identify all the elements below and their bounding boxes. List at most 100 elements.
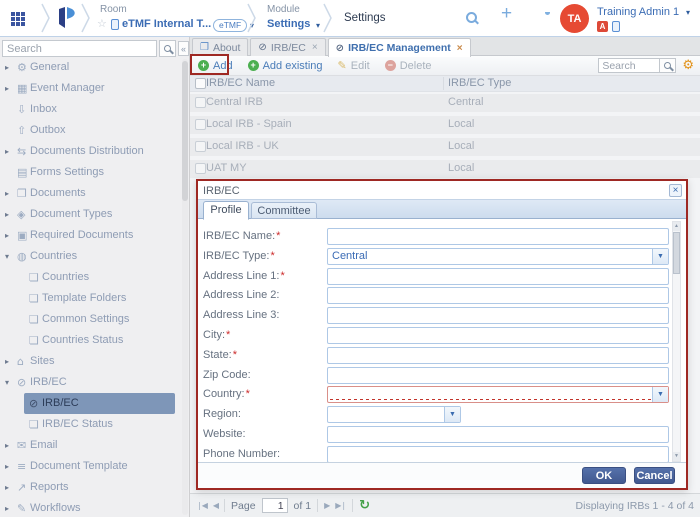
tab-committee[interactable]: Committee	[251, 202, 317, 219]
column-header-type[interactable]: IRB/EC Type	[448, 77, 511, 89]
favorite-star-icon[interactable]: ☆	[97, 17, 107, 30]
table-row[interactable]: Local IRB - UK Local	[190, 138, 700, 156]
address-line-1-field[interactable]	[327, 268, 669, 285]
sidebar-item-general[interactable]: ▸⚙General	[0, 57, 175, 78]
country-select[interactable]: ▼	[327, 386, 669, 403]
cell-irbec-type: Central	[448, 96, 483, 108]
sidebar-item-label: Forms Settings	[30, 162, 104, 183]
user-dropdown-caret-icon[interactable]: ▾	[686, 8, 690, 17]
address-line-2-field[interactable]	[327, 287, 669, 304]
tab-profile[interactable]: Profile	[203, 201, 249, 220]
irbec-type-select[interactable]: Central▼	[327, 248, 669, 265]
module-dropdown-caret-icon[interactable]: ▾	[316, 21, 320, 30]
state-field[interactable]	[327, 347, 669, 364]
sidebar-item-sites[interactable]: ▸⌂Sites	[0, 351, 175, 372]
table-row[interactable]: UAT MY Local	[190, 160, 700, 178]
website-field[interactable]	[327, 426, 669, 443]
table-row[interactable]: Central IRB Central	[190, 94, 700, 112]
close-icon[interactable]: ×	[457, 43, 463, 54]
grid-search-input[interactable]	[598, 58, 660, 73]
room-name[interactable]: eTMF Internal T...	[122, 18, 211, 30]
room-label: Room	[100, 4, 127, 15]
breadcrumb-chevron	[40, 1, 52, 35]
table-row[interactable]: Local IRB - Spain Local	[190, 116, 700, 134]
user-avatar[interactable]: TA	[560, 4, 589, 33]
sidebar-item-countries[interactable]: ▾◍Countries	[0, 246, 175, 267]
sidebar-item-irbec[interactable]: ▾⊘IRB/EC	[0, 372, 175, 393]
file-icon: ❏	[29, 330, 39, 351]
page-number-input[interactable]	[262, 498, 288, 513]
sidebar-item-template-folders[interactable]: ❏Template Folders	[0, 288, 175, 309]
next-page-icon[interactable]: ▶	[324, 501, 329, 510]
refresh-icon[interactable]: ↻	[359, 498, 370, 513]
chevron-down-icon[interactable]: ▼	[652, 387, 668, 402]
cancel-button[interactable]: Cancel	[634, 467, 675, 484]
sidebar-item-label: Documents Distribution	[30, 141, 144, 162]
select-all-checkbox[interactable]	[195, 78, 206, 89]
pagination-bar: ❘◀ ◀ Page of 1 ▶ ▶❘ ↻ Displaying IRBs 1 …	[190, 493, 700, 517]
row-checkbox[interactable]	[195, 163, 206, 174]
sidebar-scrollbar[interactable]	[182, 59, 188, 515]
phone-number-field[interactable]	[327, 446, 669, 463]
tab-label: IRB/EC Management	[348, 42, 451, 54]
scroll-up-icon[interactable]: ▲	[673, 222, 680, 231]
first-page-icon[interactable]: ❘◀	[196, 501, 207, 510]
sidebar-item-label: Outbox	[30, 120, 65, 141]
grid-settings-gear-icon[interactable]: ⚙	[682, 58, 694, 73]
sidebar-item-countries-status[interactable]: ❏Countries Status	[0, 330, 175, 351]
tab-irbec[interactable]: ⊘IRB/EC×	[250, 38, 325, 56]
last-page-icon[interactable]: ▶❘	[335, 501, 346, 510]
column-header-name[interactable]: IRB/EC Name	[206, 77, 275, 89]
sidebar-item-forms-settings[interactable]: ▤Forms Settings	[0, 162, 175, 183]
delete-button[interactable]: −Delete	[385, 60, 432, 72]
sidebar-item-event-manager[interactable]: ▸▦Event Manager	[0, 78, 175, 99]
scrollbar-thumb[interactable]	[673, 232, 680, 274]
ok-button[interactable]: OK	[582, 467, 626, 484]
sidebar-item-reports[interactable]: ▸↗Reports	[0, 477, 175, 498]
sidebar-search-input[interactable]	[2, 40, 157, 57]
header-search-icon[interactable]	[466, 12, 477, 26]
grid-search-icon[interactable]	[660, 58, 676, 73]
add-existing-button[interactable]: +Add existing	[248, 60, 323, 72]
region-select[interactable]: ▼	[327, 406, 461, 423]
chevron-down-icon: ▾	[5, 246, 9, 267]
app-launcher-icon[interactable]	[11, 12, 15, 16]
sidebar-item-inbox[interactable]: ⇩Inbox	[0, 99, 175, 120]
address-line-3-field[interactable]	[327, 307, 669, 324]
sidebar-item-document-types[interactable]: ▸◈Document Types	[0, 204, 175, 225]
previous-page-icon[interactable]: ◀	[213, 501, 218, 510]
sidebar-collapse-icon[interactable]: «	[178, 41, 189, 56]
sidebar-item-common-settings[interactable]: ❏Common Settings	[0, 309, 175, 330]
sidebar-item-countries-sub[interactable]: ❏Countries	[0, 267, 175, 288]
row-checkbox[interactable]	[195, 119, 206, 130]
dialog-close-icon[interactable]: ×	[669, 184, 682, 197]
sidebar-item-document-template[interactable]: ▸≡Document Template	[0, 456, 175, 477]
irbec-name-field[interactable]	[327, 228, 669, 245]
sidebar-item-required-documents[interactable]: ▸▣Required Documents	[0, 225, 175, 246]
button-label: Add existing	[263, 60, 323, 72]
clipboard-icon: ▣	[17, 225, 27, 246]
sidebar-item-documents[interactable]: ▸❐Documents	[0, 183, 175, 204]
sidebar-search-icon[interactable]	[159, 40, 176, 57]
module-name[interactable]: Settings	[267, 18, 310, 30]
sidebar-item-irbec-sub[interactable]: ⊘IRB/EC	[24, 393, 175, 414]
sidebar-item-irbec-status[interactable]: ❏IRB/EC Status	[0, 414, 175, 435]
header-add-icon[interactable]: +	[501, 3, 512, 25]
sidebar-item-documents-distribution[interactable]: ▸⇆Documents Distribution	[0, 141, 175, 162]
chevron-down-icon[interactable]: ▼	[444, 407, 460, 422]
sidebar-item-workflows[interactable]: ▸✎Workflows	[0, 498, 175, 517]
sidebar-item-outbox[interactable]: ⇧Outbox	[0, 120, 175, 141]
chevron-down-icon[interactable]: ▼	[652, 249, 668, 264]
grid-search: ⚙	[598, 58, 694, 73]
row-checkbox[interactable]	[195, 141, 206, 152]
zip-code-field[interactable]	[327, 367, 669, 384]
tab-irbec-management[interactable]: ⊘IRB/EC Management×	[328, 38, 471, 57]
close-icon[interactable]: ×	[312, 42, 318, 53]
city-field[interactable]	[327, 327, 669, 344]
user-name[interactable]: Training Admin 1	[597, 6, 679, 18]
edit-button[interactable]: ✎Edit	[338, 59, 370, 72]
row-checkbox[interactable]	[195, 97, 206, 108]
sidebar-item-email[interactable]: ▸✉Email	[0, 435, 175, 456]
scroll-down-icon[interactable]: ▼	[673, 452, 680, 461]
form-scrollbar[interactable]: ▲ ▼	[672, 221, 681, 462]
